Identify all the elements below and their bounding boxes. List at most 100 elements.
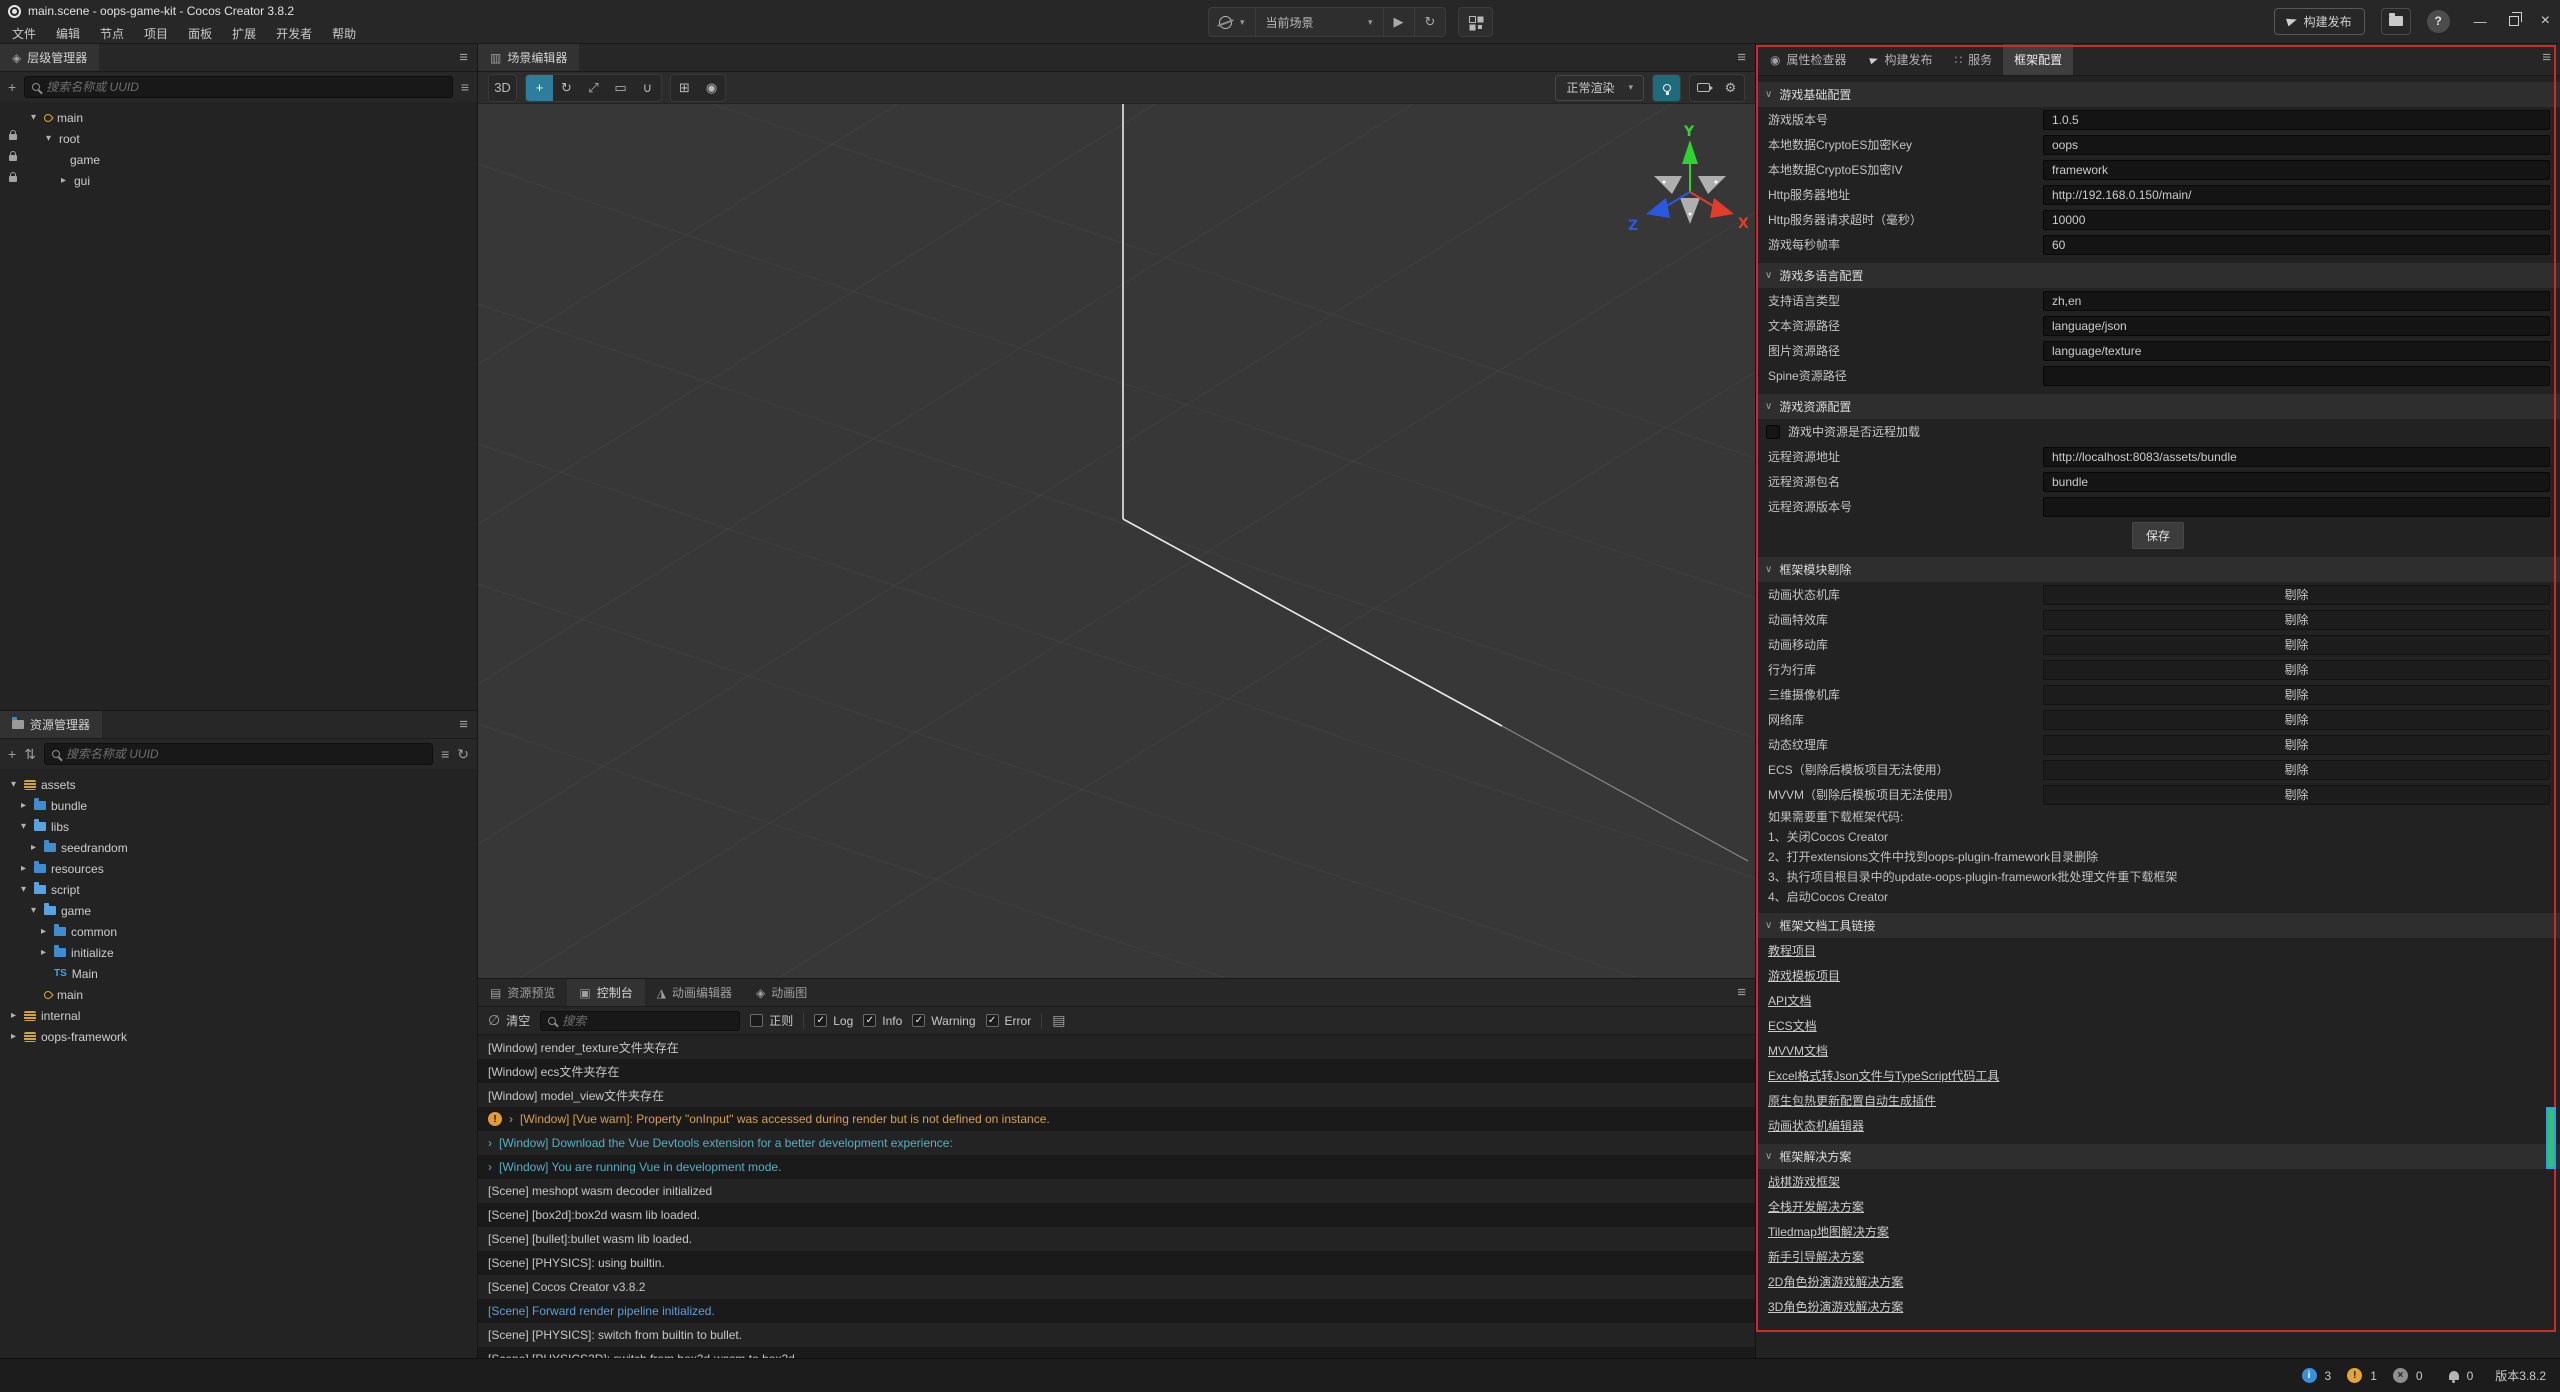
remote-load-checkbox[interactable] <box>1766 425 1780 439</box>
http-server-input[interactable] <box>2043 185 2550 205</box>
rotate-tool-button[interactable]: ↻ <box>553 75 580 101</box>
tab-framework-config[interactable]: 框架配置 <box>2003 44 2073 75</box>
tab-animation-editor[interactable]: ◮动画编辑器 <box>645 979 744 1006</box>
spine-path-input[interactable] <box>2043 366 2550 386</box>
play-button[interactable]: ▶ <box>1384 8 1415 36</box>
expand-icon[interactable]: › <box>509 1112 513 1126</box>
link-fullstack-solution[interactable]: 全栈开发解决方案 <box>1768 1198 1864 1215</box>
refresh-assets-icon[interactable]: ↻ <box>457 746 469 763</box>
tab-assets[interactable]: 资源管理器 <box>0 711 102 738</box>
toggle-3d-button[interactable]: 3D <box>489 75 516 101</box>
menu-help[interactable]: 帮助 <box>322 25 366 42</box>
log-row[interactable]: [Scene] [PHYSICS2D]: switch from box2d-w… <box>478 1347 1755 1358</box>
build-publish-button[interactable]: 构建发布 <box>2274 8 2365 35</box>
log-row[interactable]: [Scene] Cocos Creator v3.8.2 <box>478 1275 1755 1299</box>
section-framework-modules[interactable]: ∨框架模块剔除 <box>1756 557 2560 582</box>
preview-qr-button[interactable] <box>1459 8 1492 36</box>
remove-camera3d-button[interactable]: 剔除 <box>2043 685 2550 705</box>
filter-error-checkbox[interactable]: ✓Error <box>986 1014 1032 1028</box>
remove-mvvm-button[interactable]: 剔除 <box>2043 785 2550 805</box>
log-row[interactable]: [Scene] meshopt wasm decoder initialized <box>478 1179 1755 1203</box>
assets-search[interactable] <box>44 743 433 765</box>
caret-right-icon[interactable]: ▸ <box>58 175 69 186</box>
hierarchy-menu-icon[interactable]: ≡ <box>459 49 468 66</box>
log-file-icon[interactable]: ▤ <box>1052 1012 1065 1029</box>
assets-search-input[interactable] <box>66 747 425 761</box>
hierarchy-search[interactable] <box>24 76 453 98</box>
log-row[interactable]: [Window] model_view文件夹存在 <box>478 1083 1755 1107</box>
filter-log-checkbox[interactable]: ✓Log <box>814 1014 853 1028</box>
asset-node-bundle[interactable]: ▸bundle <box>0 795 477 816</box>
sort-assets-icon[interactable]: ⇅ <box>24 746 36 763</box>
gizmo-settings-button[interactable]: ◉ <box>698 75 725 101</box>
expand-icon[interactable]: › <box>488 1160 492 1174</box>
create-node-button[interactable]: + <box>8 79 16 95</box>
section-game-resource-config[interactable]: ∨游戏资源配置 <box>1756 394 2560 419</box>
log-row[interactable]: [Scene] [PHYSICS]: switch from builtin t… <box>478 1323 1755 1347</box>
info-count-icon[interactable]: i <box>2302 1368 2317 1383</box>
link-tiledmap-solution[interactable]: Tiledmap地图解决方案 <box>1768 1223 1889 1240</box>
asset-node-libs[interactable]: ▾libs <box>0 816 477 837</box>
help-button[interactable]: ? <box>2427 10 2450 33</box>
move-tool-button[interactable]: + <box>526 75 553 101</box>
log-row[interactable]: [Scene] [box2d]:box2d wasm lib loaded. <box>478 1203 1755 1227</box>
caret-right-icon[interactable]: ▸ <box>18 800 29 811</box>
scene-camera-button[interactable] <box>1690 75 1717 101</box>
section-game-i18n-config[interactable]: ∨游戏多语言配置 <box>1756 263 2560 288</box>
remote-url-input[interactable] <box>2043 447 2550 467</box>
remove-ecs-button[interactable]: 剔除 <box>2043 760 2550 780</box>
asset-node-internal[interactable]: ▸internal <box>0 1005 477 1026</box>
scene-viewport[interactable]: Y X Z <box>478 104 1755 978</box>
scale-tool-button[interactable]: ⤢ <box>580 75 607 101</box>
axis-x-label[interactable]: X <box>1738 216 1749 232</box>
asset-node-assets[interactable]: ▾assets <box>0 774 477 795</box>
tree-node-gui[interactable]: ▸gui <box>0 170 477 191</box>
remove-behavior-button[interactable]: 剔除 <box>2043 660 2550 680</box>
frame-rate-input[interactable] <box>2043 235 2550 255</box>
tab-animation-graph[interactable]: ◈动画图 <box>744 979 819 1006</box>
axis-z-label[interactable]: Z <box>1628 218 1638 234</box>
caret-right-icon[interactable]: ▸ <box>38 926 49 937</box>
menu-project[interactable]: 项目 <box>134 25 178 42</box>
tab-property-inspector[interactable]: ◉属性检查器 <box>1759 44 1858 75</box>
caret-right-icon[interactable]: ▸ <box>28 842 39 853</box>
clear-console-button[interactable]: ∅清空 <box>488 1012 530 1029</box>
tree-node-game[interactable]: game <box>0 149 477 170</box>
link-3d-rpg-solution[interactable]: 3D角色扮演游戏解决方案 <box>1768 1298 1903 1315</box>
remove-anim-statemachine-button[interactable]: 剔除 <box>2043 585 2550 605</box>
menu-node[interactable]: 节点 <box>90 25 134 42</box>
log-row-warning[interactable]: !›[Window] [Vue warn]: Property "onInput… <box>478 1107 1755 1131</box>
minimize-button[interactable]: — <box>2474 14 2487 29</box>
console-search[interactable] <box>540 1011 740 1031</box>
languages-input[interactable] <box>2043 291 2550 311</box>
warning-count-icon[interactable]: ! <box>2347 1368 2362 1383</box>
remote-version-input[interactable] <box>2043 497 2550 517</box>
tab-services[interactable]: ∷服务 <box>1944 44 2004 75</box>
bell-icon[interactable] <box>2449 1371 2459 1380</box>
tree-node-main[interactable]: ▾main <box>0 107 477 128</box>
link-hotupdate-plugin[interactable]: 原生包热更新配置自动生成插件 <box>1768 1092 1936 1109</box>
filter-warning-checkbox[interactable]: ✓Warning <box>912 1014 975 1028</box>
menu-edit[interactable]: 编辑 <box>46 25 90 42</box>
asset-node-main-scene[interactable]: ▸main <box>0 984 477 1005</box>
lock-icon[interactable] <box>9 134 17 140</box>
hierarchy-search-input[interactable] <box>46 80 445 94</box>
menu-extension[interactable]: 扩展 <box>222 25 266 42</box>
caret-right-icon[interactable]: ▸ <box>8 1031 19 1042</box>
error-count[interactable]: 0 <box>2416 1369 2423 1383</box>
http-timeout-input[interactable] <box>2043 210 2550 230</box>
console-menu-icon[interactable]: ≡ <box>1737 984 1746 1001</box>
log-row[interactable]: [Window] render_texture文件夹存在 <box>478 1035 1755 1059</box>
caret-down-icon[interactable]: ▾ <box>18 821 29 832</box>
remote-bundle-input[interactable] <box>2043 472 2550 492</box>
warning-count[interactable]: 1 <box>2370 1369 2377 1383</box>
crypto-key-input[interactable] <box>2043 135 2550 155</box>
rect-tool-button[interactable]: ▭ <box>607 75 634 101</box>
tab-console[interactable]: ▣控制台 <box>567 979 644 1006</box>
tab-hierarchy[interactable]: ◈层级管理器 <box>0 44 99 71</box>
link-guide-solution[interactable]: 新手引导解决方案 <box>1768 1248 1864 1265</box>
axis-gizmo[interactable]: Y X Z <box>1628 124 1749 234</box>
filter-info-checkbox[interactable]: ✓Info <box>863 1014 902 1028</box>
link-ecs-docs[interactable]: ECS文档 <box>1768 1017 1817 1034</box>
scene-settings-button[interactable]: ⚙ <box>1717 75 1744 101</box>
